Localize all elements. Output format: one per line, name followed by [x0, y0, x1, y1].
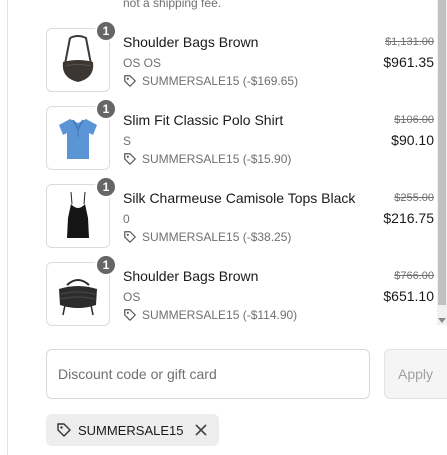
product-variant: OS OS [123, 56, 162, 70]
apply-discount-button[interactable]: Apply [384, 349, 447, 399]
quantity-badge: 1 [95, 20, 117, 42]
line-item: 1 Silk Charmeuse Camisole Tops Black 0 S… [46, 176, 434, 248]
product-name: Slim Fit Classic Polo Shirt [123, 112, 284, 128]
product-variant: S [123, 134, 132, 148]
original-price: $1,131.00 [385, 36, 434, 48]
item-discount-label: SUMMERSALE15 (-$169.65) [142, 74, 299, 88]
tag-icon [124, 231, 136, 243]
applied-discount-code: SUMMERSALE15 [78, 422, 184, 438]
original-price: $106.00 [394, 114, 434, 126]
discount-code-input[interactable] [46, 349, 370, 399]
product-variant: 0 [123, 212, 130, 226]
item-list-scrollbar[interactable] [437, 0, 447, 325]
line-item: 1 Shoulder Bags Brown OS OS SUMMERSALE15… [46, 20, 434, 92]
tag-icon [57, 423, 71, 437]
scroll-down-arrow-icon[interactable] [438, 318, 446, 323]
product-name: Silk Charmeuse Camisole Tops Black [123, 190, 356, 206]
quantity-badge: 1 [95, 254, 117, 276]
product-name: Shoulder Bags Brown [123, 34, 259, 50]
item-discount: SUMMERSALE15 (-$169.65) [123, 74, 298, 88]
tag-icon [124, 75, 136, 87]
tag-icon [124, 153, 136, 165]
line-item: 1 Shoulder Bags Brown OS SUMMERSALE15 (-… [46, 254, 434, 326]
item-discount-label: SUMMERSALE15 (-$15.90) [142, 152, 292, 166]
quantity-badge: 1 [95, 176, 117, 198]
scrollbar-thumb[interactable] [438, 0, 446, 305]
item-discount-label: SUMMERSALE15 (-$114.90) [142, 308, 298, 322]
shipping-note: not a shipping fee. [123, 0, 222, 10]
tag-icon [124, 309, 136, 321]
item-discount-label: SUMMERSALE15 (-$38.25) [142, 230, 292, 244]
line-item: 1 Slim Fit Classic Polo Shirt S SUMMERSA… [46, 98, 434, 170]
product-variant: OS [123, 290, 141, 304]
final-price: $961.35 [383, 54, 434, 70]
applied-discount-chip: SUMMERSALE15 [46, 414, 220, 446]
panel-divider [7, 0, 8, 455]
quantity-badge: 1 [95, 98, 117, 120]
final-price: $90.10 [391, 132, 434, 148]
original-price: $255.00 [394, 192, 434, 204]
item-discount: SUMMERSALE15 (-$114.90) [123, 308, 297, 322]
item-discount: SUMMERSALE15 (-$15.90) [123, 152, 291, 166]
final-price: $216.75 [383, 210, 434, 226]
item-discount: SUMMERSALE15 (-$38.25) [123, 230, 291, 244]
final-price: $651.10 [383, 288, 434, 304]
original-price: $766.00 [394, 270, 434, 282]
remove-discount-icon[interactable] [193, 422, 209, 438]
product-name: Shoulder Bags Brown [123, 268, 259, 284]
